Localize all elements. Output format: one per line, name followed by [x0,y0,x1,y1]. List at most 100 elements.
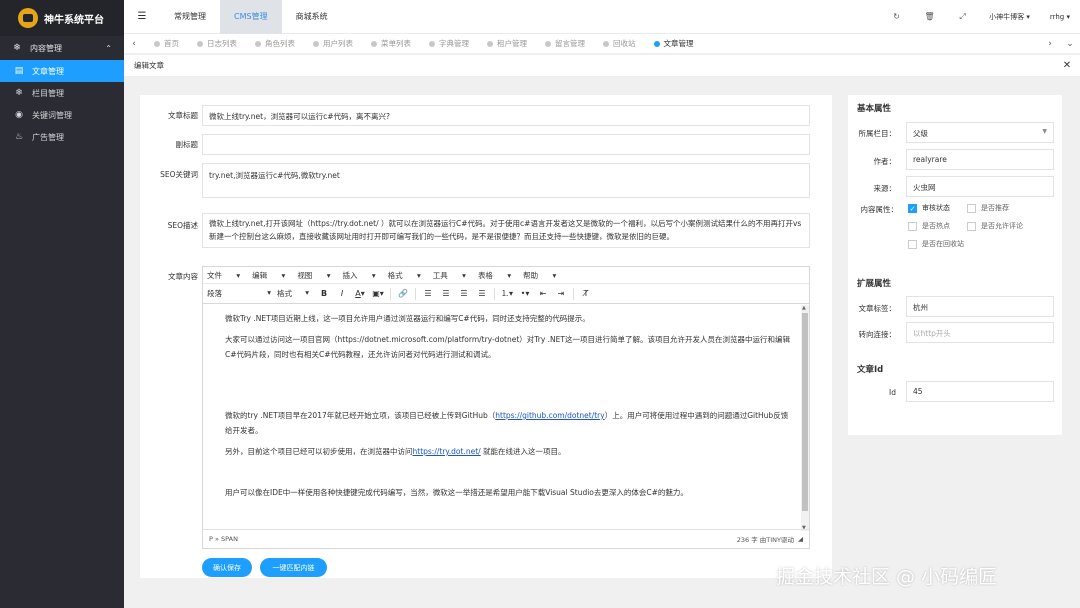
trash-icon[interactable]: 🗑 [913,12,946,21]
topnav-cms[interactable]: CMS管理 [220,0,282,34]
editor-content[interactable]: 微软Try .NET项目近期上线，这一项目允许用户通过浏览器运行和编写C#代码，… [203,305,801,531]
editor-menu-view[interactable]: 视图 ▾ [297,270,330,281]
scroll-up-icon[interactable]: ▲ [802,305,806,311]
align-left-icon[interactable]: ☰ [419,289,437,298]
tab-dot [653,40,660,47]
subtitle-input[interactable] [202,134,810,155]
content-text: 微软的try .NET项目早在2017年就已经开始立项，该项目已经被上传到Git… [225,411,496,420]
logo[interactable]: 神牛系统平台 [0,0,124,36]
editor-scrollbar[interactable]: ▲ ▼ [801,305,809,531]
attributes-panel: 基本属性 所属栏目： 父级 ▼ 作者： realyrare 来源： 火虫网 内容属… [848,95,1062,435]
italic-icon[interactable]: I [333,289,351,298]
id-input[interactable]: 45 [906,381,1054,402]
github-link[interactable]: https://github.com/dotnet/try [495,411,604,420]
sidebar-group-content[interactable]: ❄ 内容管理 ⌃ [0,36,124,60]
tab-tenant[interactable]: 租户管理 [477,34,535,54]
chevron-down-icon: ▾ [267,288,271,297]
editor-menu-table[interactable]: 表格 ▾ [478,270,511,281]
tab-user-list[interactable]: 用户列表 [303,34,361,54]
trydotnet-link[interactable]: https://try.dot.net/ [413,447,481,456]
tab-dropdown-icon[interactable]: ⌄ [1060,39,1080,49]
close-icon[interactable]: ✕ [1054,60,1080,71]
sidebar-item-label: 关键词管理 [32,110,72,120]
select-value: 父级 [913,129,928,138]
chevron-down-icon: ▾ [305,288,309,297]
sidebar-item-article[interactable]: ▤ 文章管理 [0,60,124,82]
resize-handle-icon[interactable]: ◢ [798,535,803,543]
tab-scroll-left-icon[interactable]: ‹ [124,39,144,49]
source-input[interactable]: 火虫网 [906,176,1054,197]
menu-label: 插入 [342,270,358,280]
fullscreen-icon[interactable]: ⤢ [946,12,979,22]
menu-label: 编辑 [252,270,268,280]
sidebar-item-keyword[interactable]: ◉ 关键词管理 [0,104,124,126]
align-justify-icon[interactable]: ☰ [473,289,491,298]
match-links-button[interactable]: 一键匹配内链 [260,558,327,577]
editor-menu-file[interactable]: 文件 ▾ [207,270,240,281]
seo-keywords-label: SEO关键词 [160,170,198,179]
snowflake-icon: ❄ [15,88,23,98]
title-input[interactable]: 微软上线try.net，浏览器可以运行c#代码，离不离兴? [202,105,810,126]
seo-keywords-input[interactable]: try.net,浏览器运行c#代码,微软try.net [202,163,810,198]
element-path[interactable]: P » SPAN [209,535,238,543]
topnav-mall[interactable]: 商城系统 [282,0,342,34]
tab-home[interactable]: 首页 [144,34,187,54]
in-recycle-checkbox[interactable]: 是否在回收站 [908,239,964,249]
scrollbar-thumb[interactable] [802,313,808,511]
seo-desc-input[interactable]: 微软上线try.net,打开该网址（https://try.dot.net/ ）… [202,213,810,248]
topnav-general[interactable]: 常规管理 [160,0,220,34]
align-right-icon[interactable]: ☰ [455,289,473,298]
text-color-icon[interactable]: A▾ [351,289,369,298]
tab-log-list[interactable]: 日志列表 [187,34,245,54]
redirect-input[interactable]: 以http开头 [906,322,1054,343]
audit-status-checkbox[interactable]: ✓ 审核状态 [908,203,950,213]
sidebar-item-ads[interactable]: ♨ 广告管理 [0,126,124,148]
align-center-icon[interactable]: ☰ [437,289,455,298]
link-icon[interactable]: 🔗 [394,289,412,298]
column-select[interactable]: 父级 ▼ [906,122,1054,143]
recommend-checkbox[interactable]: 是否推荐 [967,203,1009,213]
tab-label: 首页 [164,39,179,48]
editor-menu-insert[interactable]: 插入 ▾ [342,270,375,281]
allow-comment-checkbox[interactable]: 是否允许评论 [967,221,1023,231]
bold-icon[interactable]: B [315,289,333,298]
bullet-list-icon[interactable]: •▾ [516,289,534,298]
checkbox-label: 审核状态 [922,204,950,212]
tab-label: 日志列表 [207,39,237,48]
block-format-select[interactable]: 段落 ▾ [207,288,271,299]
tab-scroll-right-icon[interactable]: › [1040,39,1060,49]
style-select[interactable]: 格式 ▾ [277,288,309,299]
tab-recycle[interactable]: 回收站 [593,34,644,54]
editor-menu-format[interactable]: 格式 ▾ [388,270,421,281]
save-button[interactable]: 确认保存 [202,558,252,577]
article-id-title: 文章Id [857,365,884,375]
tab-menu-list[interactable]: 菜单列表 [361,34,419,54]
clear-format-icon[interactable]: T̸ [577,289,595,298]
outdent-icon[interactable]: ⇤ [534,289,552,298]
editor-menu-help[interactable]: 帮助 ▾ [523,270,556,281]
refresh-icon[interactable]: ↻ [880,12,913,21]
hot-checkbox[interactable]: 是否热点 [908,221,950,231]
tab-label: 回收站 [613,39,636,48]
numbered-list-icon[interactable]: ⒈▾ [498,288,516,299]
chevron-down-icon: ▾ [1066,12,1070,21]
user-menu-account[interactable]: rrhg ▾ [1040,13,1080,21]
snowflake-icon: ❄ [13,43,21,53]
menu-toggle-icon[interactable]: ☰ [124,11,160,22]
user-menu-blog[interactable]: 小神牛博客 ▾ [979,12,1040,22]
toolbar-divider [390,287,391,300]
indent-icon[interactable]: ⇥ [552,289,570,298]
sidebar-item-column[interactable]: ❄ 栏目管理 [0,82,124,104]
checkbox-box [967,221,976,231]
editor-menu-tools[interactable]: 工具 ▾ [433,270,466,281]
background-color-icon[interactable]: ▣▾ [369,289,387,298]
tag-input[interactable]: 杭州 [906,296,1054,317]
tab-dict[interactable]: 字典管理 [419,34,477,54]
tab-dot [154,40,160,47]
editor-menu-edit[interactable]: 编辑 ▾ [252,270,285,281]
tab-role-list[interactable]: 角色列表 [245,34,303,54]
author-input[interactable]: realyrare [906,149,1054,170]
tab-article[interactable]: 文章管理 [644,34,702,54]
watermark: 掘金技术社区 @ 小码编匠 [776,566,998,588]
tab-message[interactable]: 留言管理 [535,34,593,54]
